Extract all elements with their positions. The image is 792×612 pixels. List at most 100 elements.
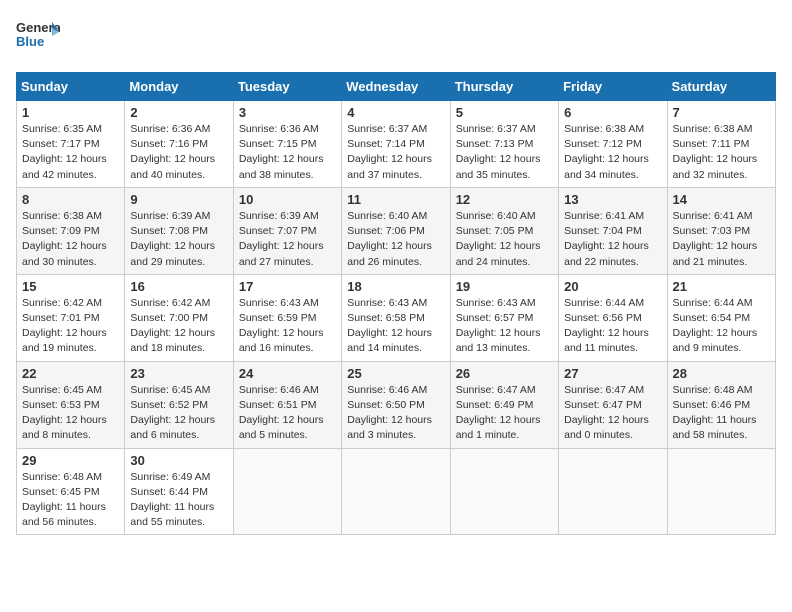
calendar-day-cell: 21Sunrise: 6:44 AMSunset: 6:54 PMDayligh… — [667, 274, 775, 361]
day-info: Sunrise: 6:41 AMSunset: 7:04 PMDaylight:… — [564, 209, 661, 270]
day-info: Sunrise: 6:37 AMSunset: 7:13 PMDaylight:… — [456, 122, 553, 183]
calendar-day-cell: 12Sunrise: 6:40 AMSunset: 7:05 PMDayligh… — [450, 187, 558, 274]
day-info: Sunrise: 6:38 AMSunset: 7:11 PMDaylight:… — [673, 122, 770, 183]
calendar-day-cell: 10 Sunrise: 6:39 AMSunset: 7:07 PMDayligh… — [233, 187, 341, 274]
day-number: 8 — [22, 192, 119, 207]
calendar-day-cell: 24 Sunrise: 6:46 AMSunset: 6:51 PMDayligh… — [233, 361, 341, 448]
calendar-day-cell: 20 Sunrise: 6:44 AMSunset: 6:56 PMDayligh… — [559, 274, 667, 361]
day-number: 1 — [22, 105, 119, 120]
day-info: Sunrise: 6:47 AMSunset: 6:49 PMDaylight:… — [456, 383, 553, 444]
calendar-day-cell: 5 Sunrise: 6:37 AMSunset: 7:13 PMDaylight… — [450, 101, 558, 188]
day-number: 21 — [673, 279, 770, 294]
calendar-day-cell: 19 Sunrise: 6:43 AMSunset: 6:57 PMDayligh… — [450, 274, 558, 361]
calendar-day-cell: 8 Sunrise: 6:38 AMSunset: 7:09 PMDaylight… — [17, 187, 125, 274]
calendar-day-cell: 27 Sunrise: 6:47 AMSunset: 6:47 PMDayligh… — [559, 361, 667, 448]
day-info: Sunrise: 6:39 AMSunset: 7:07 PMDaylight:… — [239, 209, 336, 270]
day-info: Sunrise: 6:38 AMSunset: 7:12 PMDaylight:… — [564, 122, 661, 183]
day-header-saturday: Saturday — [667, 73, 775, 101]
calendar-day-cell: 28 Sunrise: 6:48 AMSunset: 6:46 PMDayligh… — [667, 361, 775, 448]
day-info: Sunrise: 6:36 AMSunset: 7:16 PMDaylight:… — [130, 122, 227, 183]
calendar-day-cell: 22 Sunrise: 6:45 AMSunset: 6:53 PMDayligh… — [17, 361, 125, 448]
empty-cell — [450, 448, 558, 535]
empty-cell — [233, 448, 341, 535]
day-info: Sunrise: 6:45 AMSunset: 6:52 PMDaylight:… — [130, 383, 227, 444]
calendar-week-row: 8 Sunrise: 6:38 AMSunset: 7:09 PMDaylight… — [17, 187, 776, 274]
day-number: 20 — [564, 279, 661, 294]
calendar-day-cell: 25 Sunrise: 6:46 AMSunset: 6:50 PMDayligh… — [342, 361, 450, 448]
calendar-week-row: 29 Sunrise: 6:48 AMSunset: 6:45 PMDayligh… — [17, 448, 776, 535]
calendar-day-cell: 14 Sunrise: 6:41 AMSunset: 7:03 PMDayligh… — [667, 187, 775, 274]
day-info: Sunrise: 6:43 AMSunset: 6:57 PMDaylight:… — [456, 296, 553, 357]
calendar-day-cell: 6 Sunrise: 6:38 AMSunset: 7:12 PMDaylight… — [559, 101, 667, 188]
day-info: Sunrise: 6:45 AMSunset: 6:53 PMDaylight:… — [22, 383, 119, 444]
day-info: Sunrise: 6:40 AMSunset: 7:06 PMDaylight:… — [347, 209, 444, 270]
day-header-wednesday: Wednesday — [342, 73, 450, 101]
day-header-monday: Monday — [125, 73, 233, 101]
day-info: Sunrise: 6:47 AMSunset: 6:47 PMDaylight:… — [564, 383, 661, 444]
day-number: 27 — [564, 366, 661, 381]
day-number: 25 — [347, 366, 444, 381]
calendar-day-cell: 23Sunrise: 6:45 AMSunset: 6:52 PMDayligh… — [125, 361, 233, 448]
calendar-day-cell: 3 Sunrise: 6:36 AMSunset: 7:15 PMDaylight… — [233, 101, 341, 188]
day-info: Sunrise: 6:35 AMSunset: 7:17 PMDaylight:… — [22, 122, 119, 183]
day-header-tuesday: Tuesday — [233, 73, 341, 101]
day-number: 3 — [239, 105, 336, 120]
day-number: 4 — [347, 105, 444, 120]
day-number: 7 — [673, 105, 770, 120]
day-number: 26 — [456, 366, 553, 381]
calendar-day-cell: 2Sunrise: 6:36 AMSunset: 7:16 PMDaylight… — [125, 101, 233, 188]
logo-svg: General Blue — [16, 16, 60, 60]
calendar-week-row: 22 Sunrise: 6:45 AMSunset: 6:53 PMDayligh… — [17, 361, 776, 448]
day-number: 15 — [22, 279, 119, 294]
day-number: 29 — [22, 453, 119, 468]
day-number: 17 — [239, 279, 336, 294]
day-number: 9 — [130, 192, 227, 207]
day-info: Sunrise: 6:40 AMSunset: 7:05 PMDaylight:… — [456, 209, 553, 270]
day-info: Sunrise: 6:46 AMSunset: 6:51 PMDaylight:… — [239, 383, 336, 444]
day-number: 14 — [673, 192, 770, 207]
day-number: 11 — [347, 192, 444, 207]
day-number: 6 — [564, 105, 661, 120]
day-info: Sunrise: 6:38 AMSunset: 7:09 PMDaylight:… — [22, 209, 119, 270]
day-header-sunday: Sunday — [17, 73, 125, 101]
calendar-week-row: 1 Sunrise: 6:35 AMSunset: 7:17 PMDaylight… — [17, 101, 776, 188]
day-info: Sunrise: 6:46 AMSunset: 6:50 PMDaylight:… — [347, 383, 444, 444]
day-info: Sunrise: 6:42 AMSunset: 7:00 PMDaylight:… — [130, 296, 227, 357]
calendar-day-cell: 17Sunrise: 6:43 AMSunset: 6:59 PMDayligh… — [233, 274, 341, 361]
calendar-day-cell: 16 Sunrise: 6:42 AMSunset: 7:00 PMDayligh… — [125, 274, 233, 361]
day-header-friday: Friday — [559, 73, 667, 101]
calendar-day-cell: 11 Sunrise: 6:40 AMSunset: 7:06 PMDayligh… — [342, 187, 450, 274]
day-number: 5 — [456, 105, 553, 120]
day-number: 13 — [564, 192, 661, 207]
calendar-day-cell: 26 Sunrise: 6:47 AMSunset: 6:49 PMDayligh… — [450, 361, 558, 448]
calendar-header-row: SundayMondayTuesdayWednesdayThursdayFrid… — [17, 73, 776, 101]
calendar-day-cell: 18 Sunrise: 6:43 AMSunset: 6:58 PMDayligh… — [342, 274, 450, 361]
calendar-day-cell: 29 Sunrise: 6:48 AMSunset: 6:45 PMDayligh… — [17, 448, 125, 535]
day-info: Sunrise: 6:49 AMSunset: 6:44 PMDaylight:… — [130, 470, 227, 531]
day-number: 22 — [22, 366, 119, 381]
day-number: 16 — [130, 279, 227, 294]
day-info: Sunrise: 6:42 AMSunset: 7:01 PMDaylight:… — [22, 296, 119, 357]
calendar-day-cell: 1 Sunrise: 6:35 AMSunset: 7:17 PMDaylight… — [17, 101, 125, 188]
calendar-day-cell: 7 Sunrise: 6:38 AMSunset: 7:11 PMDaylight… — [667, 101, 775, 188]
day-info: Sunrise: 6:48 AMSunset: 6:45 PMDaylight:… — [22, 470, 119, 531]
day-info: Sunrise: 6:43 AMSunset: 6:58 PMDaylight:… — [347, 296, 444, 357]
day-number: 10 — [239, 192, 336, 207]
day-number: 28 — [673, 366, 770, 381]
empty-cell — [342, 448, 450, 535]
day-number: 24 — [239, 366, 336, 381]
day-info: Sunrise: 6:44 AMSunset: 6:56 PMDaylight:… — [564, 296, 661, 357]
day-info: Sunrise: 6:41 AMSunset: 7:03 PMDaylight:… — [673, 209, 770, 270]
svg-text:Blue: Blue — [16, 34, 44, 49]
day-number: 18 — [347, 279, 444, 294]
calendar-day-cell: 15 Sunrise: 6:42 AMSunset: 7:01 PMDayligh… — [17, 274, 125, 361]
day-info: Sunrise: 6:48 AMSunset: 6:46 PMDaylight:… — [673, 383, 770, 444]
day-number: 30 — [130, 453, 227, 468]
day-number: 19 — [456, 279, 553, 294]
empty-cell — [667, 448, 775, 535]
day-header-thursday: Thursday — [450, 73, 558, 101]
calendar-week-row: 15 Sunrise: 6:42 AMSunset: 7:01 PMDayligh… — [17, 274, 776, 361]
logo: General Blue — [16, 16, 60, 60]
day-info: Sunrise: 6:36 AMSunset: 7:15 PMDaylight:… — [239, 122, 336, 183]
calendar-day-cell: 30 Sunrise: 6:49 AMSunset: 6:44 PMDayligh… — [125, 448, 233, 535]
